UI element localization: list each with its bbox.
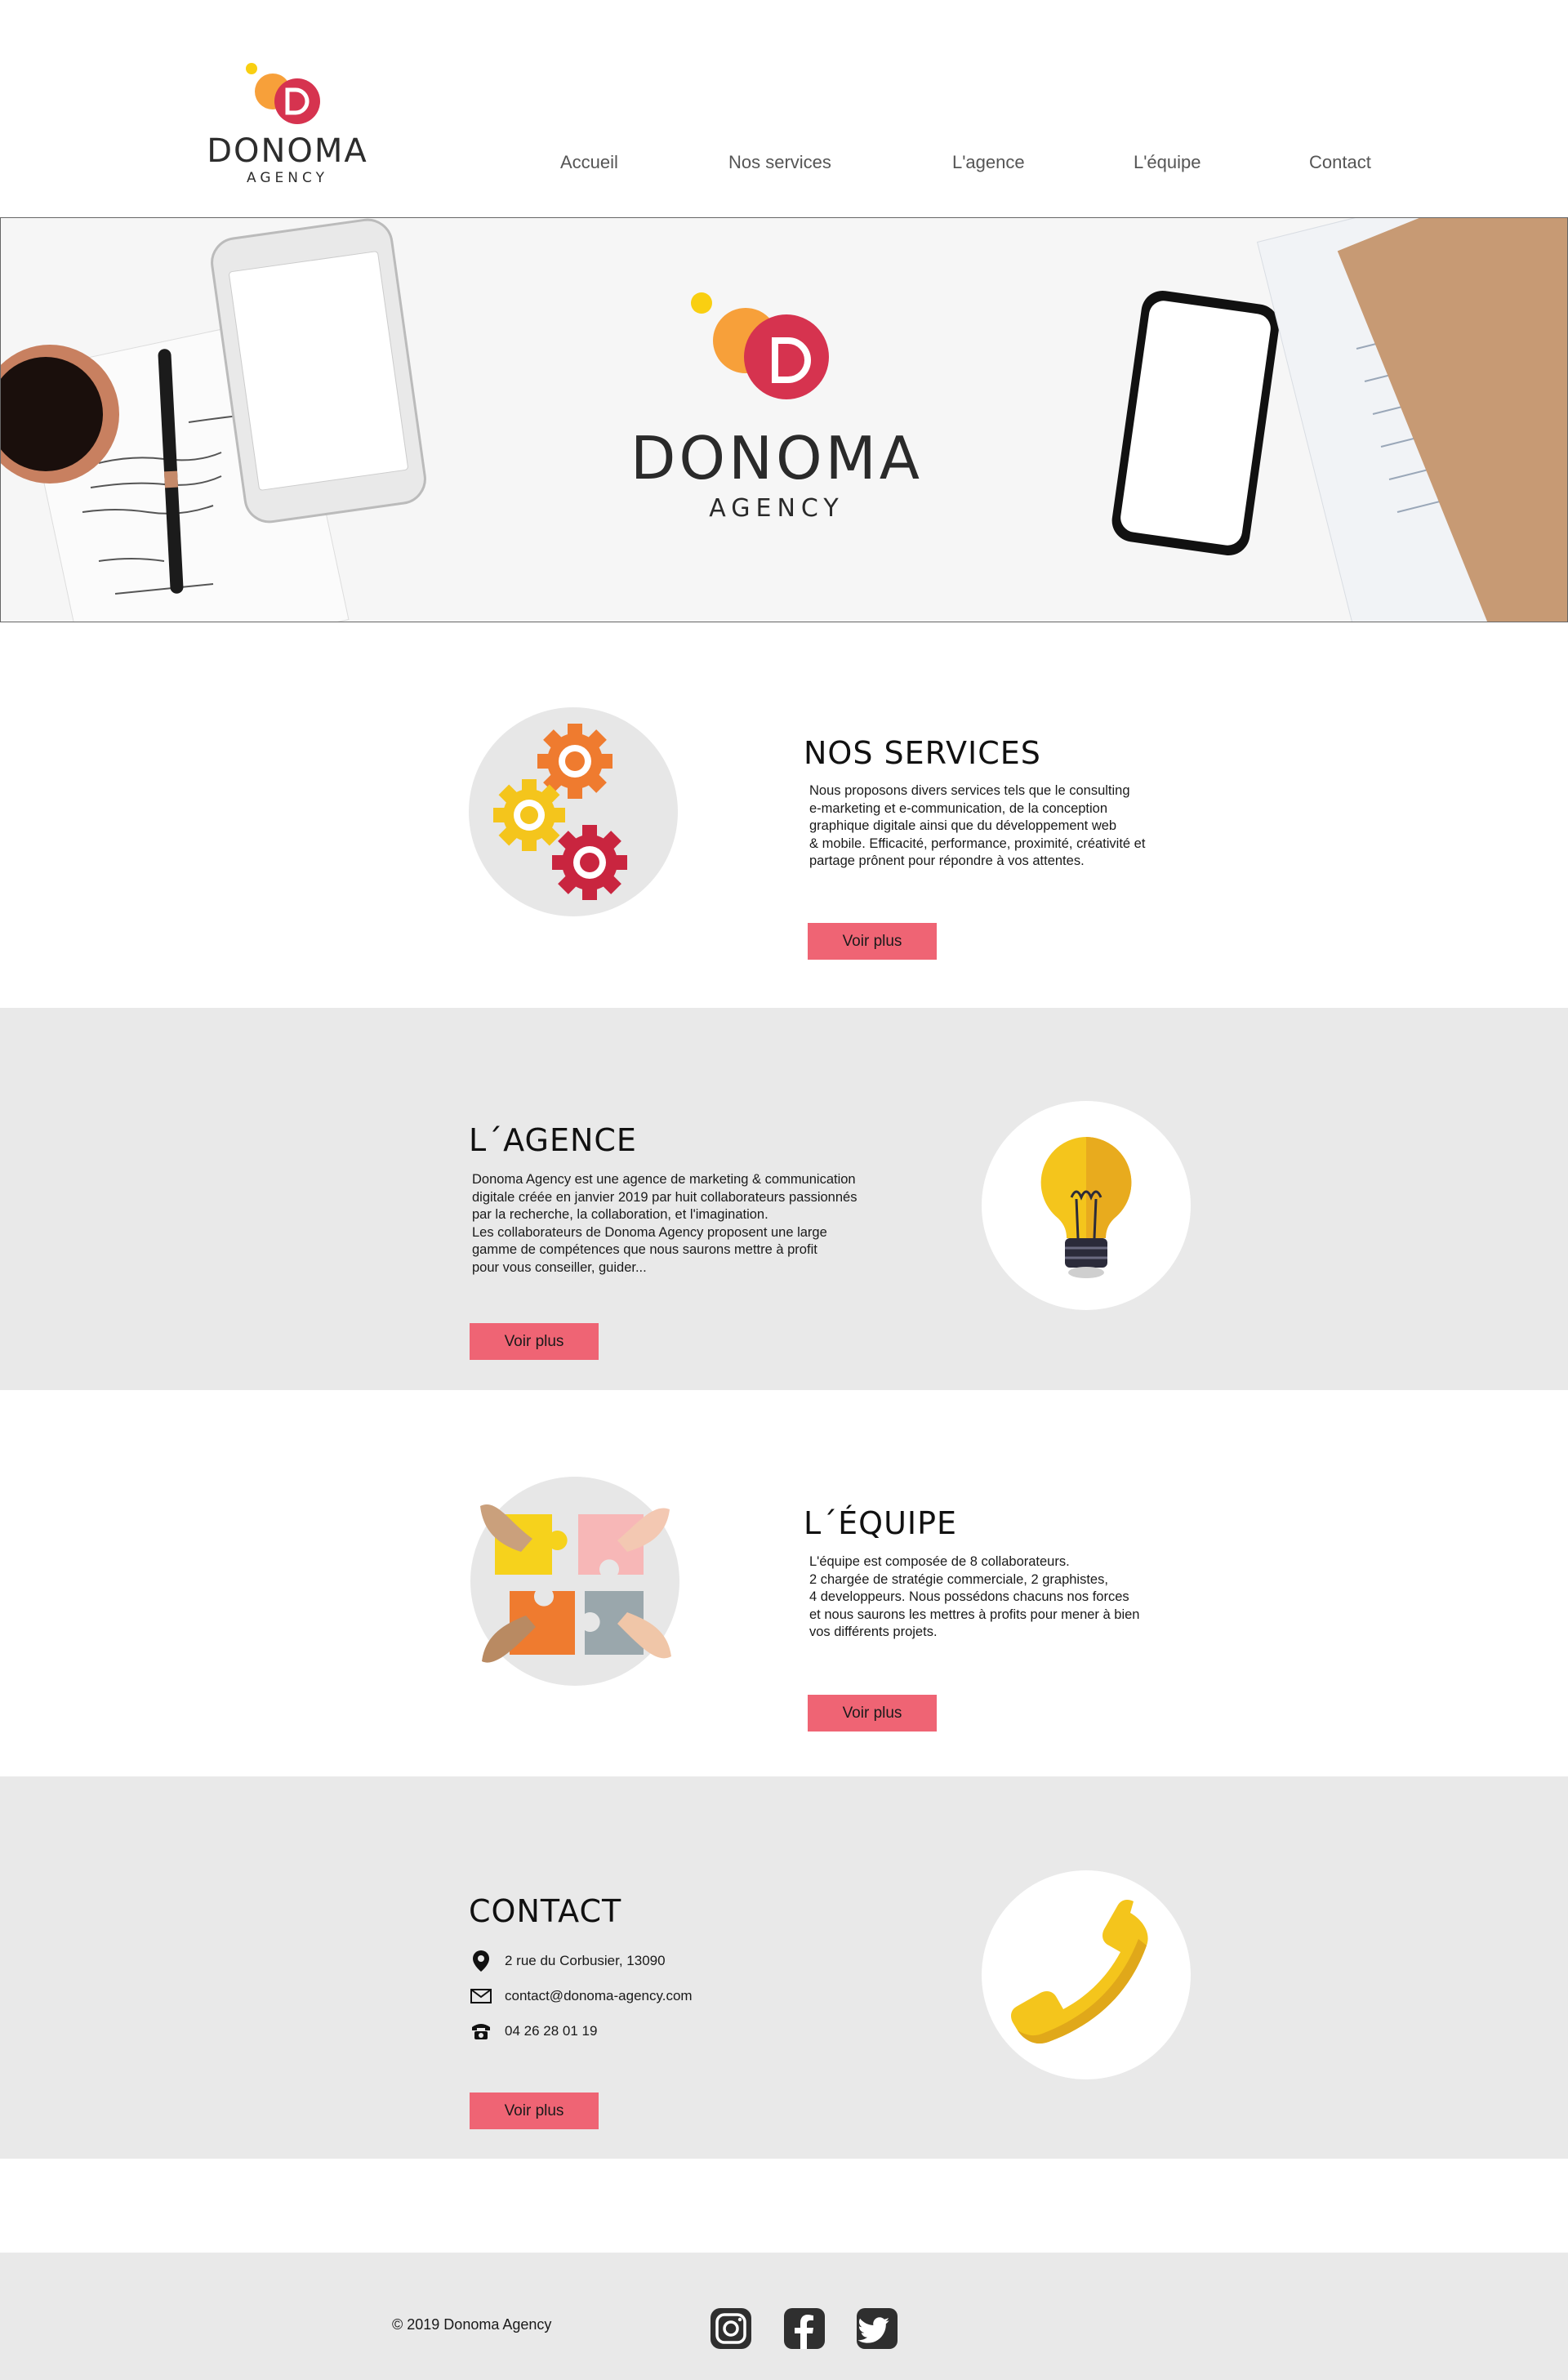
hero-subtitle: AGENCY [709, 494, 844, 523]
puzzle-hands-icon [470, 1477, 679, 1686]
instagram-icon[interactable] [709, 2306, 753, 2351]
nav-agence[interactable]: L'agence [952, 152, 1025, 173]
hero-title: DONOMA [630, 424, 924, 492]
logo-subtitle: AGENCY [247, 170, 328, 186]
agence-text: Donoma Agency est une agence de marketin… [472, 1172, 858, 1275]
services-more-button[interactable]: Voir plus [808, 923, 937, 960]
services-title: NOS SERVICES [804, 735, 1041, 771]
contact-email[interactable]: contact@donoma-agency.com [505, 1988, 693, 2004]
contact-phone[interactable]: 04 26 28 01 19 [505, 2023, 597, 2039]
nav-equipe[interactable]: L'équipe [1134, 152, 1201, 173]
contact-more-button[interactable]: Voir plus [470, 2093, 599, 2129]
logo-name: DONOMA [207, 132, 368, 170]
contact-address: 2 rue du Corbusier, 13090 [505, 1953, 666, 1968]
map-pin-icon [469, 1950, 493, 1972]
agence-more-button[interactable]: Voir plus [470, 1323, 599, 1360]
site-logo[interactable]: DONOMA AGENCY [206, 59, 377, 189]
nav-accueil[interactable]: Accueil [560, 152, 618, 173]
contact-email-row: contact@donoma-agency.com [469, 1986, 693, 2007]
gears-icon [469, 707, 678, 916]
nav-contact[interactable]: Contact [1309, 152, 1371, 173]
desk-photo-illustration [1, 218, 1567, 622]
equipe-text: L'équipe est composée de 8 collaborateur… [809, 1554, 1140, 1639]
telephone-icon [469, 2021, 493, 2042]
phone-icon [982, 1870, 1191, 2079]
agence-title: L´AGENCE [469, 1122, 637, 1158]
logo-mark-icon [246, 63, 320, 124]
twitter-icon[interactable] [855, 2306, 899, 2351]
envelope-icon [469, 1986, 493, 2007]
nav-services[interactable]: Nos services [728, 152, 831, 173]
contact-section [0, 1776, 1568, 2159]
contact-title: CONTACT [469, 1893, 622, 1929]
services-text: Nous proposons divers services tels que … [809, 783, 1146, 868]
equipe-more-button[interactable]: Voir plus [808, 1695, 937, 1732]
contact-address-row: 2 rue du Corbusier, 13090 [469, 1950, 666, 1972]
equipe-title: L´ÉQUIPE [804, 1505, 958, 1541]
facebook-icon[interactable] [782, 2306, 826, 2351]
contact-phone-row: 04 26 28 01 19 [469, 2021, 597, 2042]
lightbulb-icon [982, 1101, 1191, 1310]
copyright: © 2019 Donoma Agency [392, 2316, 552, 2333]
hero-banner: DONOMA AGENCY [0, 217, 1568, 622]
